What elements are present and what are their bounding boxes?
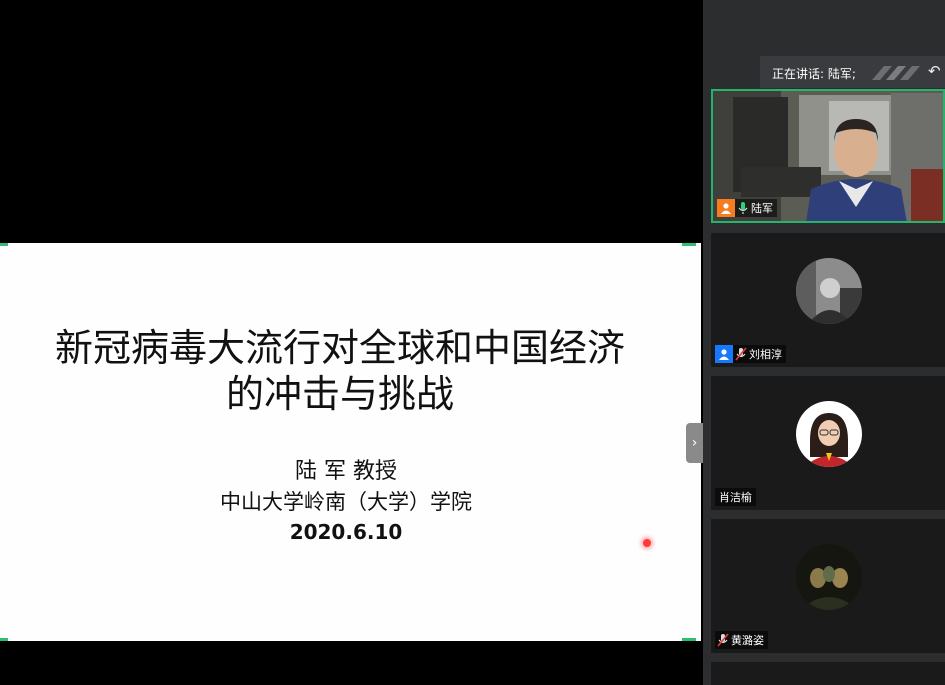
participant-name: 黄潞姿 [731,634,764,647]
microphone-on-icon [735,199,751,217]
participant-label: 陆军 [717,199,777,217]
participant-tile-video[interactable]: 陆军 [711,89,945,223]
slide-corner-marker [0,243,8,246]
participant-tile[interactable]: 肖洁榆 [711,376,945,510]
participant-tile[interactable] [711,662,945,685]
slide-affiliation: 中山大学岭南（大学）学院 [220,490,472,514]
expand-panel-handle[interactable]: › [686,423,703,463]
screen-share-area: 新冠病毒大流行对全球和中国经济 的冲击与挑战 陆 军 教授 中山大学岭南（大学）… [0,0,703,685]
speaking-text: 正在讲话: 陆军; [772,67,856,81]
participant-name: 肖洁榆 [719,491,752,504]
participant-name: 陆军 [751,202,773,215]
participant-name: 刘相淳 [749,348,782,361]
microphone-muted-icon [715,631,731,649]
speaking-wave-icon [872,66,920,80]
return-arrow-icon[interactable]: ↶ [928,62,945,80]
avatar [796,258,862,324]
participant-label: 黄潞姿 [715,631,768,649]
host-user-icon [717,199,735,217]
participant-tile[interactable]: 黄潞姿 [711,519,945,653]
slide-title-line-1: 新冠病毒大流行对全球和中国经济 [54,326,625,370]
avatar [796,401,862,467]
participant-label: 肖洁榆 [715,488,756,506]
participant-tile[interactable]: 刘相淳 [711,233,945,367]
presentation-slide: 新冠病毒大流行对全球和中国经济 的冲击与挑战 陆 军 教授 中山大学岭南（大学）… [0,243,701,641]
user-icon [715,345,733,363]
laser-pointer-dot [643,539,651,547]
slide-title-line-2: 的冲击与挑战 [225,372,454,416]
microphone-muted-icon [733,345,749,363]
slide-date: 2020.6.10 [289,520,403,544]
avatar [796,544,862,610]
speaking-indicator-bar: 正在讲话: 陆军; ↶ [760,56,945,88]
slide-corner-marker [682,638,696,641]
slide-author: 陆 军 教授 [295,459,397,484]
slide-corner-marker [0,638,8,641]
slide-corner-marker [682,243,696,246]
participant-label: 刘相淳 [715,345,786,363]
chevron-right-icon: › [691,435,698,451]
